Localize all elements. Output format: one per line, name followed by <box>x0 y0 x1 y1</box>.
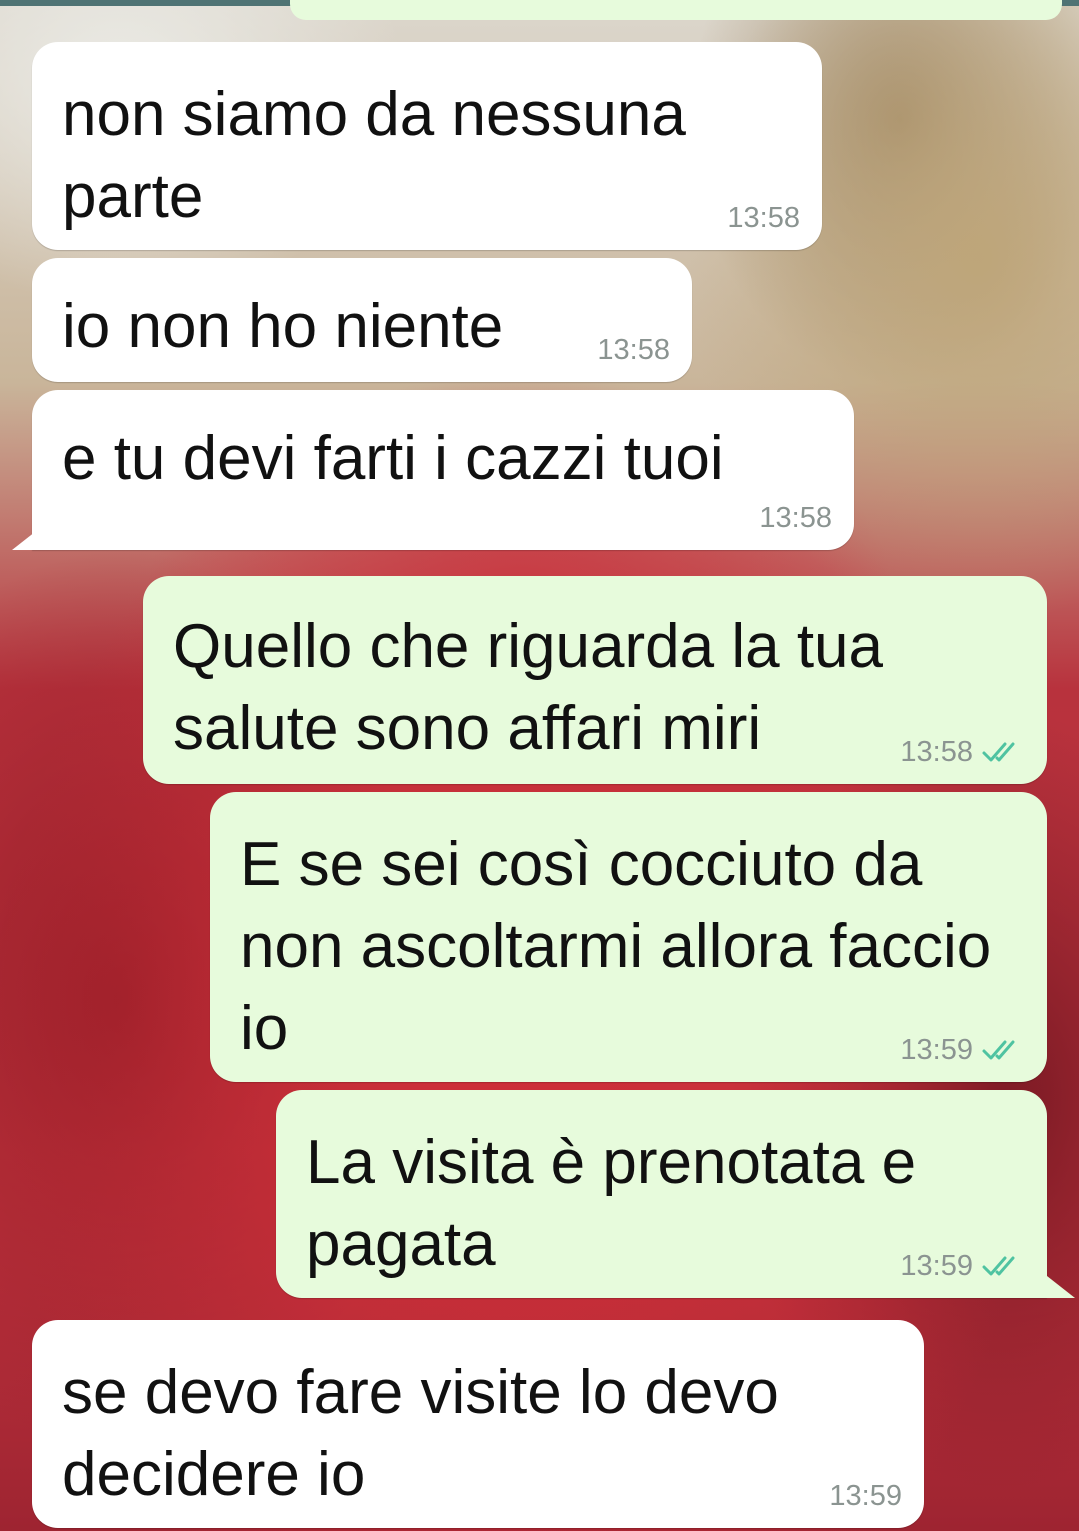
message-text: e tu devi farti i cazzi tuoi <box>62 424 724 493</box>
double-check-icon <box>982 742 1015 762</box>
message-time: 13:59 <box>829 1480 902 1512</box>
message-time: 13:58 <box>727 202 800 234</box>
previous-message-edge <box>290 0 1062 20</box>
message-time: 13:58 <box>597 334 670 366</box>
message-bubble-outgoing[interactable]: E se sei così cocciuto da non ascoltarmi… <box>210 792 1047 1082</box>
message-time: 13:58 <box>759 502 832 534</box>
message-meta: 13:59 <box>900 1250 1025 1282</box>
message-meta: 13:58 <box>597 334 670 366</box>
message-bubble-outgoing[interactable]: La visita è prenotata e pagata 13:59 <box>276 1090 1047 1298</box>
message-bubble-incoming[interactable]: non siamo da nessuna parte 13:58 <box>32 42 822 250</box>
message-bubble-incoming[interactable]: e tu devi farti i cazzi tuoi 13:58 <box>32 390 854 550</box>
message-bubble-outgoing[interactable]: Quello che riguarda la tua salute sono a… <box>143 576 1047 784</box>
message-meta: 13:59 <box>829 1480 902 1512</box>
message-meta: 13:58 <box>759 502 832 534</box>
message-time: 13:59 <box>900 1034 973 1066</box>
message-time: 13:58 <box>900 736 973 768</box>
message-bubble-incoming[interactable]: io non ho niente 13:58 <box>32 258 692 382</box>
double-check-icon <box>982 1256 1015 1276</box>
message-bubble-incoming[interactable]: se devo fare visite lo devo decidere io … <box>32 1320 924 1528</box>
message-meta: 13:59 <box>900 1034 1025 1066</box>
message-text: se devo fare visite lo devo decidere io <box>62 1358 797 1509</box>
double-check-icon <box>982 1040 1015 1060</box>
message-text: Quello che riguarda la tua salute sono a… <box>173 612 901 763</box>
message-meta: 13:58 <box>900 736 1025 768</box>
message-time: 13:59 <box>900 1250 973 1282</box>
message-text: non siamo da nessuna parte <box>62 80 704 231</box>
bubble-tail <box>1047 1276 1075 1298</box>
message-text: io non ho niente <box>62 292 504 361</box>
bubble-tail <box>12 528 40 550</box>
message-meta: 13:58 <box>727 202 800 234</box>
